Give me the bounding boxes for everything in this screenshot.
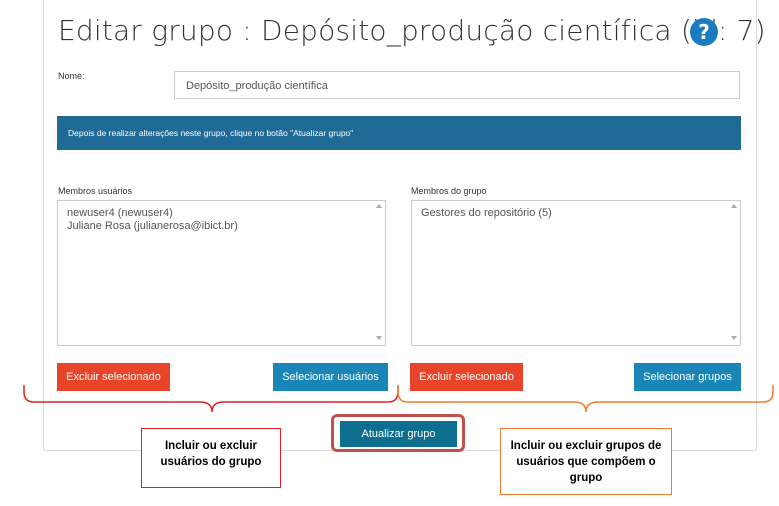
right-brace xyxy=(397,385,774,413)
group-members-list[interactable]: Gestores do repositório (5) xyxy=(411,200,741,346)
left-brace xyxy=(23,385,399,413)
users-list-scrollbar[interactable] xyxy=(373,201,385,345)
group-members-label: Membros do grupo xyxy=(411,186,487,196)
name-label: Nome: xyxy=(58,71,85,81)
left-callout: Incluir ou excluir usuários do grupo xyxy=(141,428,281,488)
list-item[interactable]: newuser4 (newuser4) xyxy=(67,207,385,220)
users-members-list[interactable]: newuser4 (newuser4) Juliane Rosa (julian… xyxy=(57,200,386,346)
scroll-down-icon[interactable] xyxy=(376,336,382,340)
page-title: Editar grupo : Depósito_produção científ… xyxy=(58,14,766,47)
list-item[interactable]: Gestores do repositório (5) xyxy=(421,207,740,220)
scroll-down-icon[interactable] xyxy=(731,336,737,340)
update-group-button[interactable]: Atualizar grupo xyxy=(340,421,457,447)
name-field[interactable]: Depósito_produção científica xyxy=(174,71,740,99)
info-banner: Depois de realizar alterações neste grup… xyxy=(57,116,741,150)
scroll-up-icon[interactable] xyxy=(731,204,737,208)
groups-list-scrollbar[interactable] xyxy=(728,201,740,345)
scroll-up-icon[interactable] xyxy=(376,204,382,208)
right-callout: Incluir ou excluir grupos de usuários qu… xyxy=(500,428,672,495)
help-icon[interactable]: ? xyxy=(690,18,718,46)
users-members-label: Membros usuários xyxy=(58,186,133,196)
list-item[interactable]: Juliane Rosa (julianerosa@ibict.br) xyxy=(67,220,385,233)
